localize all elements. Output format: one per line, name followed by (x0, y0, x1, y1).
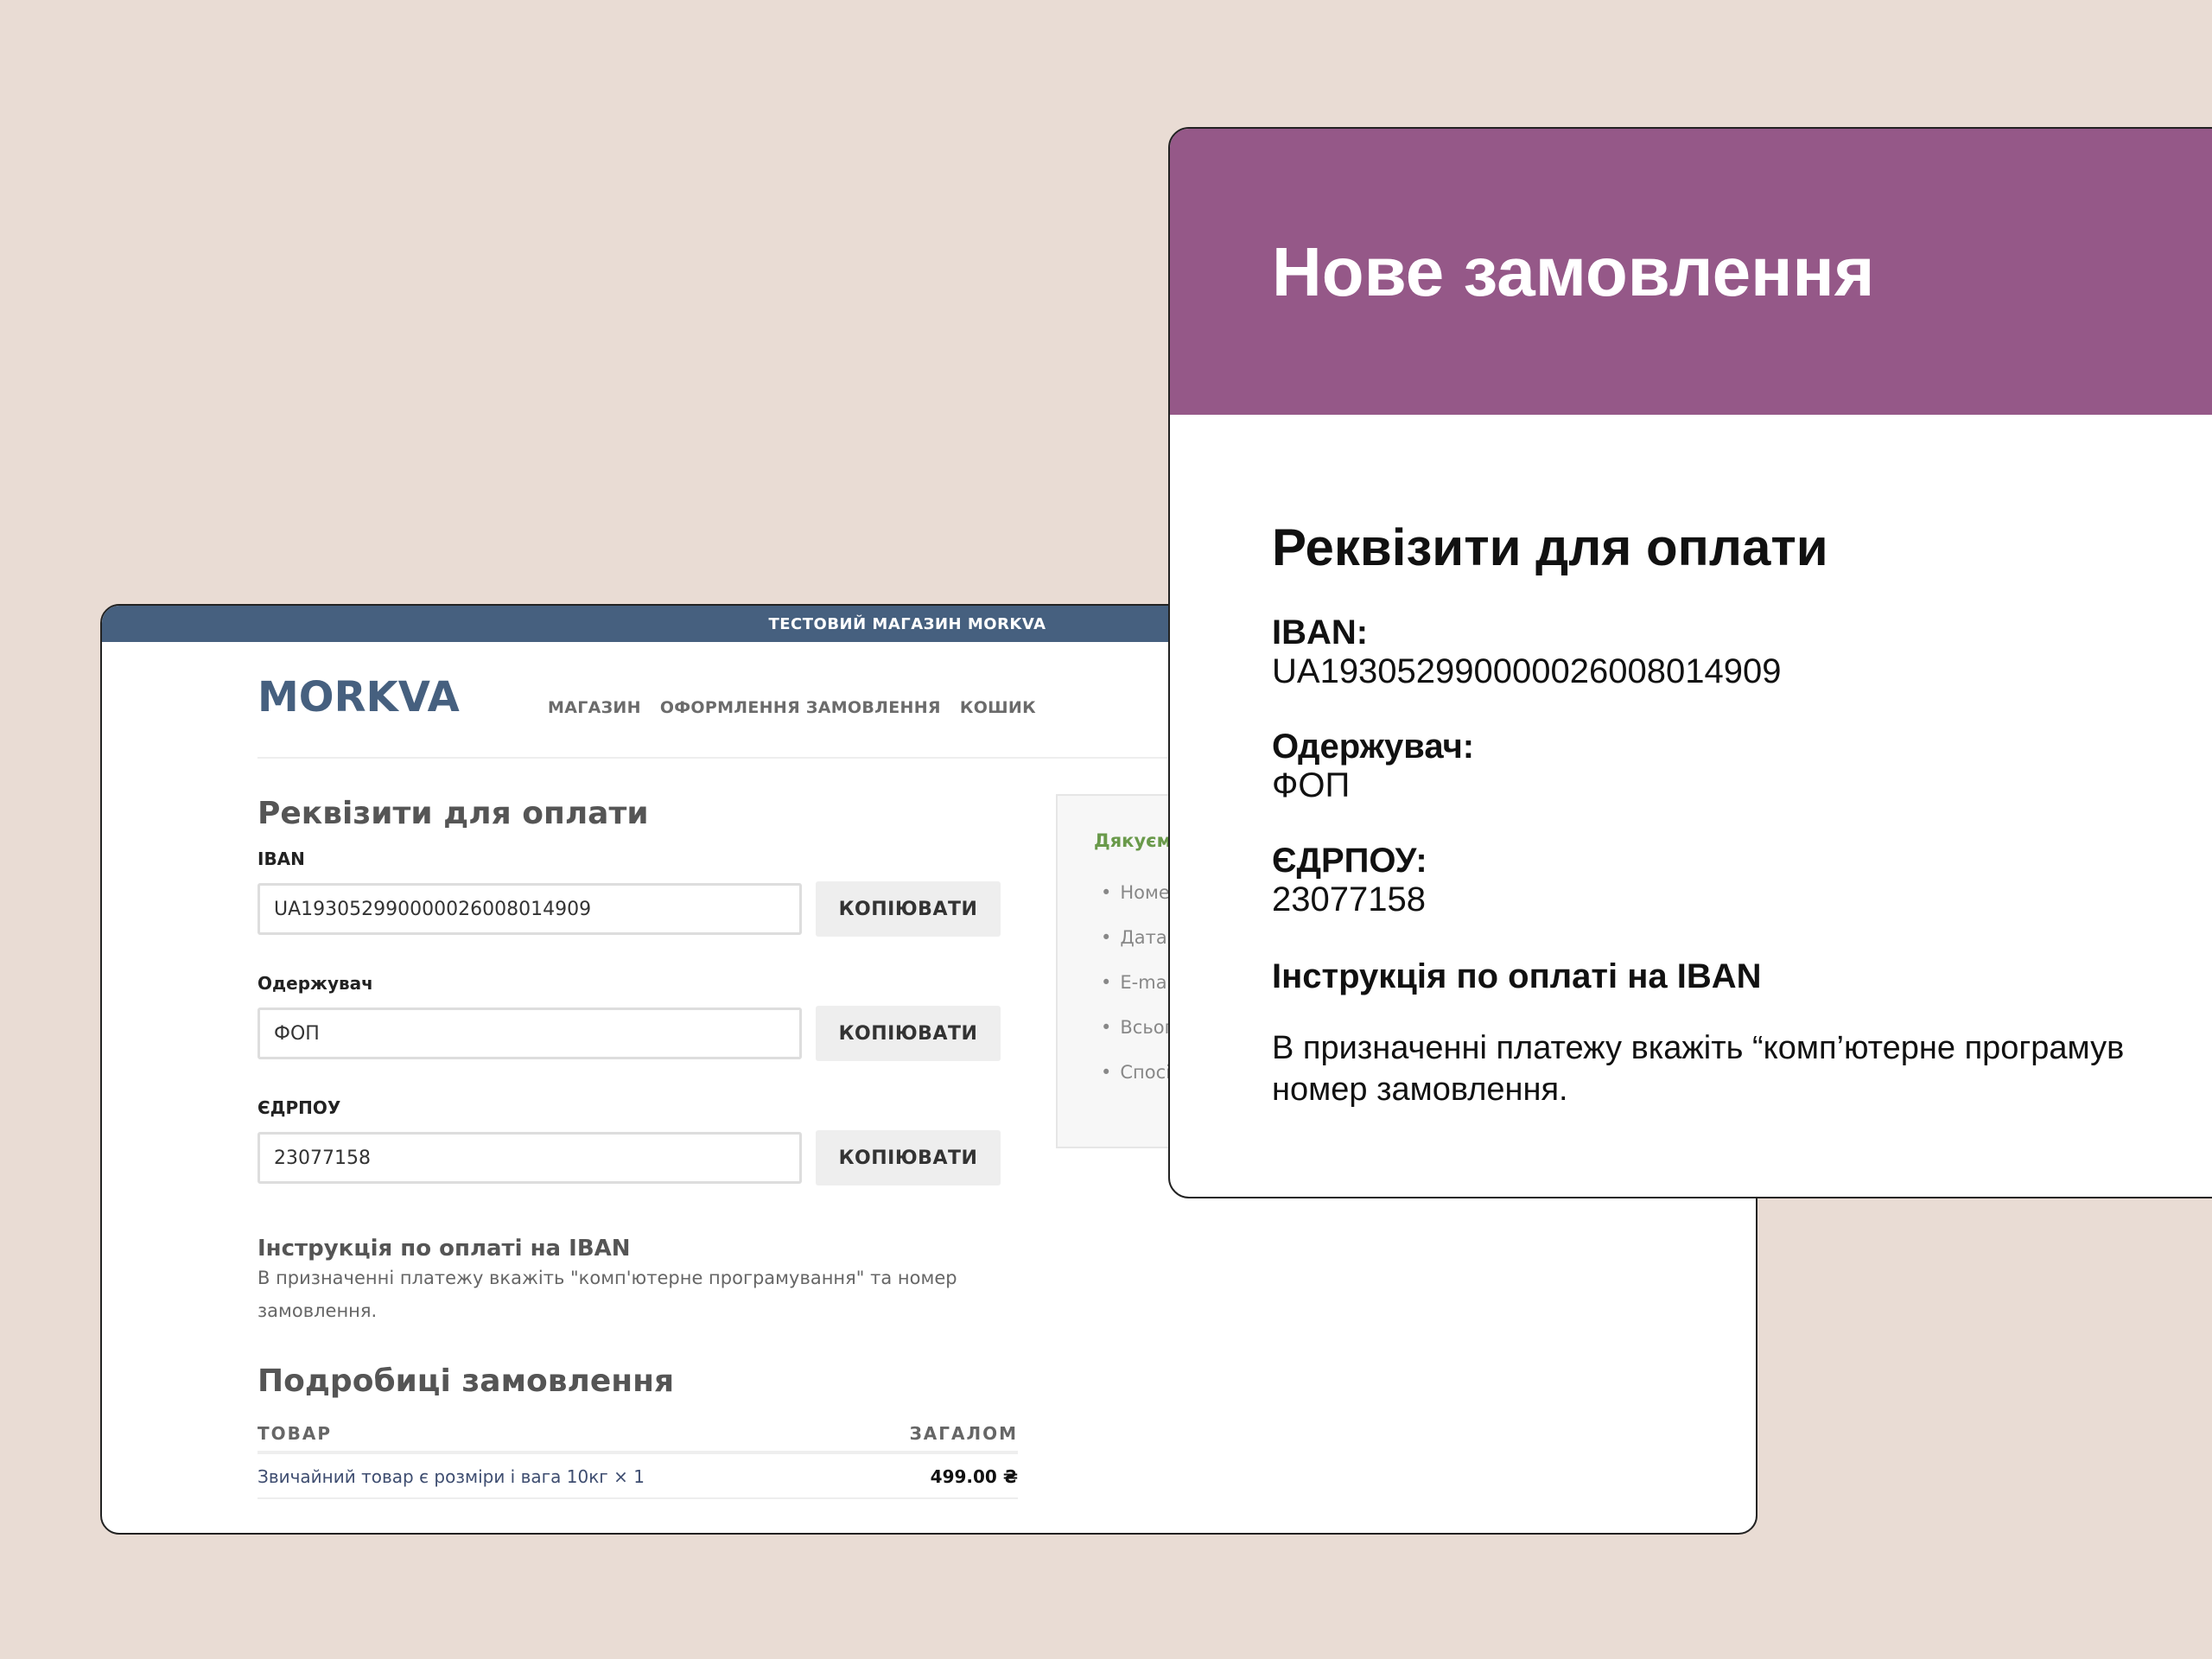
copy-edrpou-button[interactable]: КОПІЮВАТИ (816, 1130, 1001, 1185)
store-topbar-text: ТЕСТОВИЙ МАГАЗИН MORKVA (768, 614, 1046, 633)
summary-item-number: Номе (1101, 882, 1174, 927)
table-row: Звичайний товар є розміри і вага 10кг × … (257, 1454, 1018, 1499)
edrpou-field[interactable] (257, 1132, 802, 1184)
email-recipient-value: ФОП (1272, 766, 1351, 804)
recipient-label: Одержувач (257, 973, 373, 994)
edrpou-field-group: ЄДРПОУ КОПІЮВАТИ (257, 1097, 1035, 1185)
email-title: Нове замовлення (1272, 233, 1875, 310)
order-table: ТОВАР ЗАГАЛОМ Звичайний товар є розміри … (257, 1423, 1035, 1499)
summary-item-method: Спосі (1101, 1062, 1174, 1107)
column-header-product: ТОВАР (257, 1423, 333, 1444)
nav-item-cart[interactable]: КОШИК (960, 698, 1036, 717)
email-instruction-text: В призначенні платежу вкажіть “комп’ютер… (1272, 1027, 2212, 1110)
product-total: 499.00 ₴ (930, 1466, 1018, 1487)
email-instruction-line1: В призначенні платежу вкажіть “комп’ютер… (1272, 1030, 2125, 1066)
thank-you-title: Дякуєм (1094, 830, 1172, 851)
nav-item-shop[interactable]: МАГАЗИН (548, 698, 641, 717)
copy-iban-button[interactable]: КОПІЮВАТИ (816, 881, 1001, 937)
order-details-title: Подробиці замовлення (257, 1363, 675, 1399)
copy-recipient-button[interactable]: КОПІЮВАТИ (816, 1006, 1001, 1061)
iban-label: IBAN (257, 849, 305, 869)
email-edrpou-label: ЄДРПОУ: (1272, 842, 1427, 880)
email-body: Реквізити для оплати IBAN: UA19305299000… (1272, 518, 2212, 1110)
email-instruction-line2: номер замовлення. (1272, 1071, 1568, 1108)
email-edrpou-value: 23077158 (1272, 880, 1426, 918)
payment-details-section: Реквізити для оплати IBAN КОПІЮВАТИ Одер… (257, 796, 1035, 1499)
email-edrpou: ЄДРПОУ: 23077158 (1272, 842, 2212, 919)
email-iban-value: UA193052990000026008014909 (1272, 652, 1782, 690)
email-iban: IBAN: UA193052990000026008014909 (1272, 613, 2212, 691)
iban-field-group: IBAN КОПІЮВАТИ (257, 849, 1035, 937)
recipient-field-group: Одержувач КОПІЮВАТИ (257, 973, 1035, 1061)
email-recipient-label: Одержувач: (1272, 728, 1475, 766)
email-recipient: Одержувач: ФОП (1272, 728, 2212, 805)
summary-item-total: Всьог (1101, 1017, 1173, 1062)
email-iban-label: IBAN: (1272, 613, 1369, 652)
instruction-text: В призначенні платежу вкажіть "комп'ютер… (257, 1268, 957, 1321)
order-summary-list: Номе Дата: E-mai Всьог Спосі (1101, 882, 1174, 1107)
product-link[interactable]: Звичайний товар є розміри і вага 10кг × … (257, 1466, 645, 1487)
instruction-block: Інструкція по оплаті на IBAN В призначен… (257, 1236, 1035, 1327)
site-logo[interactable]: MORKVA (257, 673, 460, 721)
email-notification-card: Нове замовлення Реквізити для оплати IBA… (1168, 127, 2212, 1198)
iban-field[interactable] (257, 883, 802, 935)
email-header: Нове замовлення (1170, 129, 2212, 415)
table-header: ТОВАР ЗАГАЛОМ (257, 1423, 1018, 1454)
email-payment-title: Реквізити для оплати (1272, 518, 1828, 576)
payment-details-title: Реквізити для оплати (257, 796, 649, 831)
recipient-field[interactable] (257, 1007, 802, 1059)
summary-item-date: Дата: (1101, 927, 1174, 972)
instruction-title: Інструкція по оплаті на IBAN (257, 1236, 631, 1262)
email-instruction-title: Інструкція по оплаті на IBAN (1272, 957, 1762, 995)
main-nav: МАГАЗИН ОФОРМЛЕННЯ ЗАМОВЛЕННЯ КОШИК (548, 698, 1036, 717)
nav-item-checkout[interactable]: ОФОРМЛЕННЯ ЗАМОВЛЕННЯ (660, 698, 941, 717)
summary-item-email: E-mai (1101, 972, 1174, 1017)
column-header-total: ЗАГАЛОМ (909, 1423, 1018, 1444)
edrpou-label: ЄДРПОУ (257, 1097, 341, 1118)
